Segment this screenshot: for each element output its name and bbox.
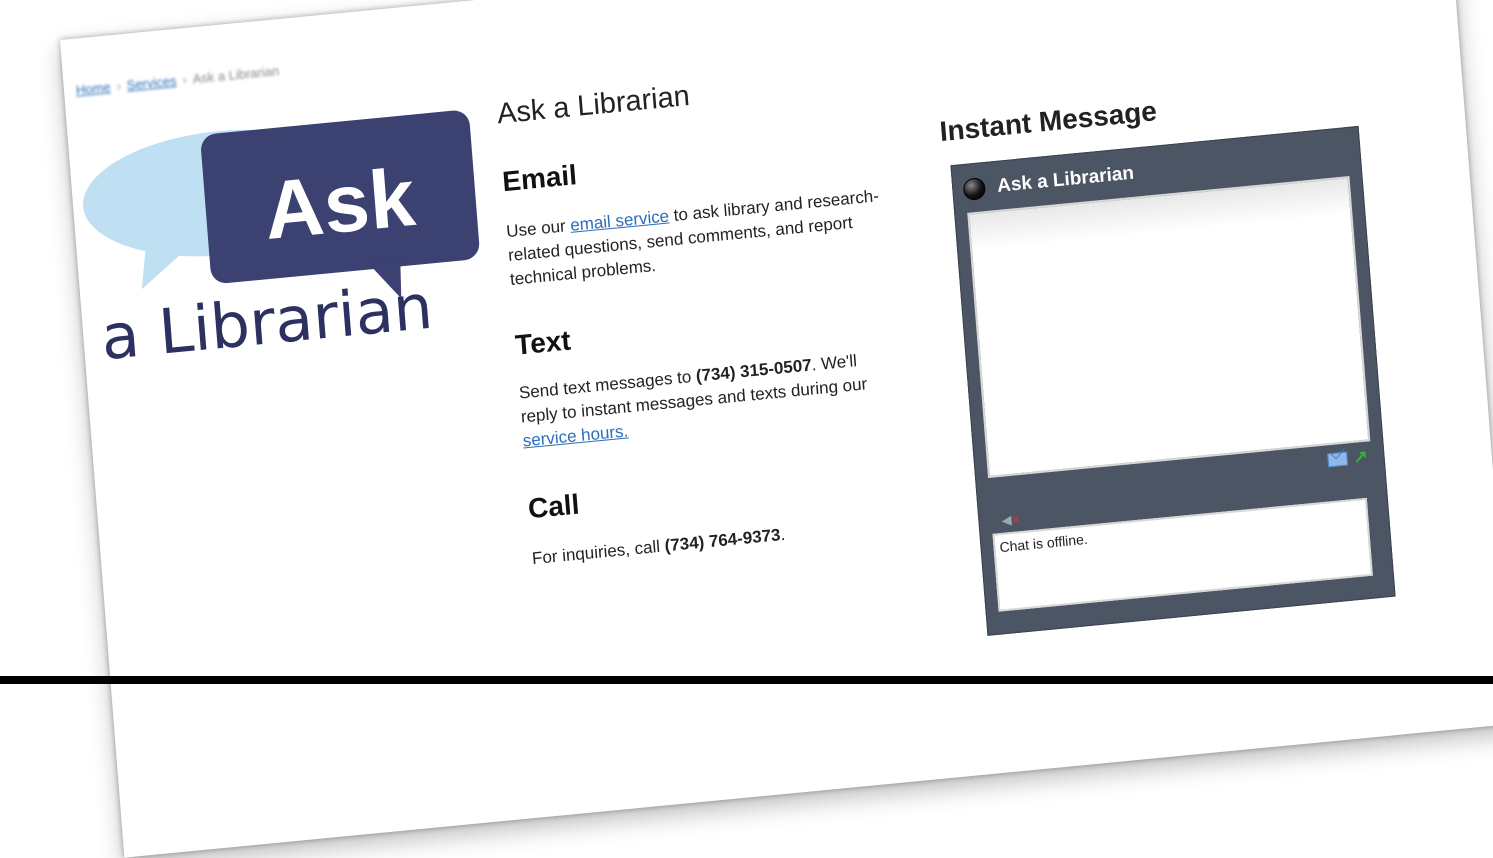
ask-a-librarian-logo: Ask a Librarian [65, 60, 504, 374]
page-sheet: Home › Services › Ask a Librarian Ask a Libr… [60, 0, 1493, 858]
popout-icon[interactable]: ↗ [1353, 447, 1369, 467]
logo-bottom-word: a Librarian [99, 270, 435, 369]
text-paragraph: Send text messages to (734) 315-0507. We… [518, 345, 902, 453]
page-title: Ask a Librarian [495, 79, 691, 131]
call-intro: For inquiries, call [531, 536, 666, 569]
instant-message-heading: Instant Message [938, 95, 1158, 148]
text-period: . [810, 355, 818, 375]
chat-widget-header: Ask a Librarian [962, 162, 1135, 202]
email-heading: Email [501, 159, 578, 198]
call-phone-number: (734) 764-9373 [663, 525, 782, 556]
chat-widget: Ask a Librarian ↗ ◀✕ Chat is offline. [950, 125, 1396, 636]
email-text-before: Use our [505, 215, 572, 242]
logo-top-word: Ask [261, 152, 418, 257]
mute-icon: ✕ [1011, 514, 1022, 527]
logo-graphic: Ask a Librarian [83, 110, 480, 374]
service-hours-link[interactable]: service hours. [522, 421, 629, 450]
email-paragraph: Use our email service to ask library and… [505, 184, 889, 292]
chat-log[interactable] [967, 176, 1371, 479]
chat-widget-title: Ask a Librarian [996, 162, 1135, 197]
sound-icon[interactable]: ◀✕ [1001, 511, 1021, 529]
email-text-after: to ask library and research-related ques… [507, 186, 880, 289]
call-heading: Call [526, 488, 581, 525]
mail-icon[interactable] [1327, 451, 1349, 468]
email-service-link[interactable]: email service [570, 206, 670, 234]
text-heading: Text [514, 324, 572, 361]
call-paragraph: For inquiries, call (734) 764-9373. [531, 511, 911, 571]
chat-input[interactable]: Chat is offline. [992, 497, 1373, 612]
call-period: . [779, 524, 786, 545]
chat-tools: ↗ [1327, 447, 1369, 468]
bottom-edge [0, 676, 1493, 684]
status-dot-icon [962, 177, 987, 202]
